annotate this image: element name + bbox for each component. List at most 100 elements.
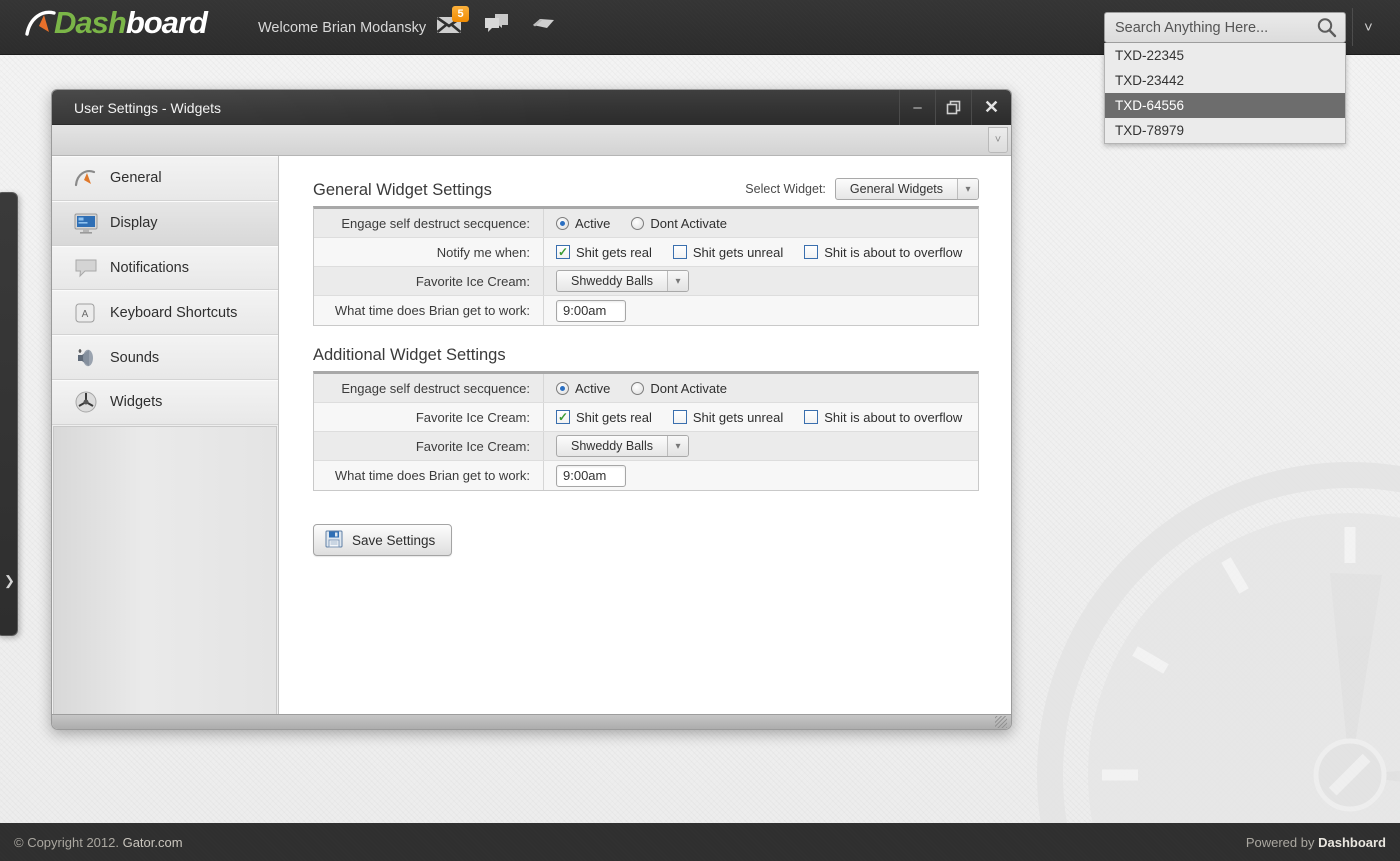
window-buttons: – ✕ — [899, 90, 1011, 125]
row-label: What time does Brian get to work: — [314, 296, 544, 325]
gauge-icon — [74, 168, 104, 188]
window-title-bar[interactable]: User Settings - Widgets – ✕ — [52, 90, 1011, 125]
row-label: Favorite Ice Cream: — [314, 267, 544, 295]
radio-option-active[interactable]: Active — [556, 216, 610, 231]
powered-by-text: Powered by Dashboard — [1246, 835, 1386, 850]
radio-label: Dont Activate — [650, 215, 728, 231]
chevron-down-icon: ▾ — [667, 271, 688, 291]
row-field-radio-group: Active Dont Activate — [544, 216, 978, 231]
checkbox-option-0[interactable]: ✓ Shit gets real — [556, 410, 652, 425]
checkbox-option-1[interactable]: ✓ Shit gets unreal — [672, 409, 784, 425]
powered-brand: Dashboard — [1318, 835, 1386, 850]
table-row: What time does Brian get to work: — [314, 296, 978, 325]
speech-bubble-icon — [74, 258, 104, 278]
chevron-right-icon: ❯ — [4, 573, 15, 588]
header-icon-group: 5 — [436, 5, 556, 34]
favorite-ice-cream-dropdown[interactable]: Shweddy Balls ▾ — [556, 270, 689, 292]
table-row: What time does Brian get to work: — [314, 461, 978, 490]
messages-icon[interactable] — [484, 14, 509, 34]
sidebar-item-sounds[interactable]: Sounds — [52, 335, 278, 380]
widgets-icon — [74, 390, 104, 414]
suggestion-item-0[interactable]: TXD-22345 — [1105, 43, 1345, 68]
row-label: Favorite Ice Cream: — [314, 403, 544, 431]
sidebar-item-display[interactable]: Display — [52, 200, 278, 246]
settings-sidebar: General Display Notifications A Keyboard… — [52, 156, 279, 716]
settings-content: General Widget Settings Select Widget: G… — [279, 156, 1011, 714]
work-time-input[interactable] — [556, 299, 626, 322]
row-label: Favorite Ice Cream: — [314, 432, 544, 460]
gator-link[interactable]: Gator.com — [123, 835, 183, 850]
favorite-ice-cream-value-2: Shweddy Balls — [571, 439, 653, 453]
checkbox-label: Shit is about to overflow — [824, 244, 963, 260]
sidebar-item-notifications[interactable]: Notifications — [52, 245, 278, 291]
radio-label: Active — [575, 380, 611, 396]
suggestion-item-3[interactable]: TXD-78979 — [1105, 118, 1345, 143]
checkbox-label: Shit gets real — [576, 409, 652, 425]
work-time-input-2[interactable] — [556, 464, 626, 487]
radio-icon-unchecked — [631, 216, 645, 230]
app-logo[interactable]: Dash board — [24, 5, 208, 41]
user-settings-window: User Settings - Widgets – ✕ ˅ General Di… — [51, 89, 1012, 730]
minimize-button[interactable]: – — [899, 90, 935, 125]
select-widget-group: Select Widget: General Widgets ▾ — [745, 178, 979, 200]
checkbox-option-1[interactable]: ✓ Shit gets unreal — [672, 245, 783, 260]
window-status-bar — [52, 714, 1011, 729]
checkbox-option-0[interactable]: ✓ Shit gets real — [556, 245, 652, 260]
checkbox-icon-unchecked: ✓ — [672, 410, 687, 424]
radio-option-dont-activate[interactable]: Dont Activate — [631, 381, 727, 396]
section-1-header: General Widget Settings Select Widget: G… — [313, 178, 979, 206]
toolbar-chevron-down-icon[interactable]: ˅ — [988, 127, 1008, 153]
window-body: General Display Notifications A Keyboard… — [52, 156, 1011, 716]
mail-icon[interactable]: 5 — [436, 5, 469, 34]
resize-handle[interactable] — [995, 716, 1007, 728]
site-footer: © Copyright 2012. Gator.com Powered by D… — [0, 823, 1400, 861]
suggestion-item-1[interactable]: TXD-23442 — [1105, 68, 1345, 93]
speaker-icon — [74, 347, 104, 369]
select-widget-label: Select Widget: — [745, 182, 826, 196]
row-label: What time does Brian get to work: — [314, 461, 544, 490]
checkbox-label: Shit is about to overflow — [824, 409, 963, 425]
table-row: Favorite Ice Cream: Shweddy Balls ▾ — [314, 432, 978, 461]
search-input[interactable] — [1105, 19, 1316, 36]
save-settings-label: Save Settings — [352, 532, 436, 548]
section-2-table: Engage self destruct secquence: Active D… — [313, 371, 979, 491]
select-widget-dropdown[interactable]: General Widgets ▾ — [834, 178, 979, 200]
checkbox-option-2[interactable]: ✓ Shit is about to overflow — [804, 410, 962, 425]
radio-icon-unchecked — [631, 381, 645, 395]
favorite-ice-cream-dropdown-2[interactable]: Shweddy Balls ▾ — [556, 435, 689, 457]
mail-badge-count: 5 — [452, 5, 469, 22]
suggestion-item-2[interactable]: TXD-64556 — [1105, 93, 1345, 118]
sidebar-item-keyboard-shortcuts[interactable]: A Keyboard Shortcuts — [52, 290, 278, 336]
left-slide-drawer[interactable]: ❯ — [0, 192, 18, 636]
radio-icon-checked — [556, 216, 569, 230]
checkbox-option-2[interactable]: ✓ Shit is about to overflow — [804, 245, 962, 260]
powered-prefix: Powered by — [1245, 835, 1319, 850]
search-suggestions-list: TXD-22345 TXD-23442 TXD-64556 TXD-78979 — [1104, 43, 1346, 144]
row-field-checkbox-group: ✓ Shit gets real ✓ Shit gets unreal ✓ Sh… — [544, 410, 978, 425]
sidebar-item-widgets[interactable]: Widgets — [52, 379, 278, 425]
save-settings-button[interactable]: Save Settings — [313, 524, 453, 556]
tag-icon[interactable] — [531, 16, 556, 32]
row-label: Notify me when: — [314, 238, 544, 266]
chevron-down-icon: ▾ — [667, 436, 688, 456]
table-row: Favorite Ice Cream: ✓ Shit gets real ✓ S… — [314, 403, 978, 432]
checkbox-label: Shit gets unreal — [692, 409, 784, 425]
sidebar-label-display: Display — [110, 215, 158, 232]
checkbox-icon-unchecked: ✓ — [804, 410, 819, 424]
sidebar-item-general[interactable]: General — [52, 156, 278, 201]
chevron-down-icon[interactable]: ˅ — [1364, 19, 1373, 36]
radio-option-dont-activate[interactable]: Dont Activate — [631, 216, 727, 231]
welcome-text: Welcome Brian Modansky — [258, 20, 427, 36]
radio-option-active[interactable]: Active — [556, 381, 610, 396]
restore-button[interactable] — [935, 90, 971, 125]
section-2-header: Additional Widget Settings — [313, 346, 979, 371]
section-1-table: Engage self destruct secquence: Active D… — [313, 206, 979, 326]
row-field-checkbox-group: ✓ Shit gets real ✓ Shit gets unreal ✓ Sh… — [544, 245, 978, 260]
search-box[interactable] — [1104, 12, 1346, 43]
search-area: TXD-22345 TXD-23442 TXD-64556 TXD-78979 — [1104, 12, 1346, 144]
close-button[interactable]: ✕ — [971, 90, 1011, 125]
window-toolbar: ˅ — [52, 125, 1011, 156]
search-icon[interactable] — [1316, 17, 1345, 38]
sidebar-label-sounds: Sounds — [110, 349, 160, 366]
